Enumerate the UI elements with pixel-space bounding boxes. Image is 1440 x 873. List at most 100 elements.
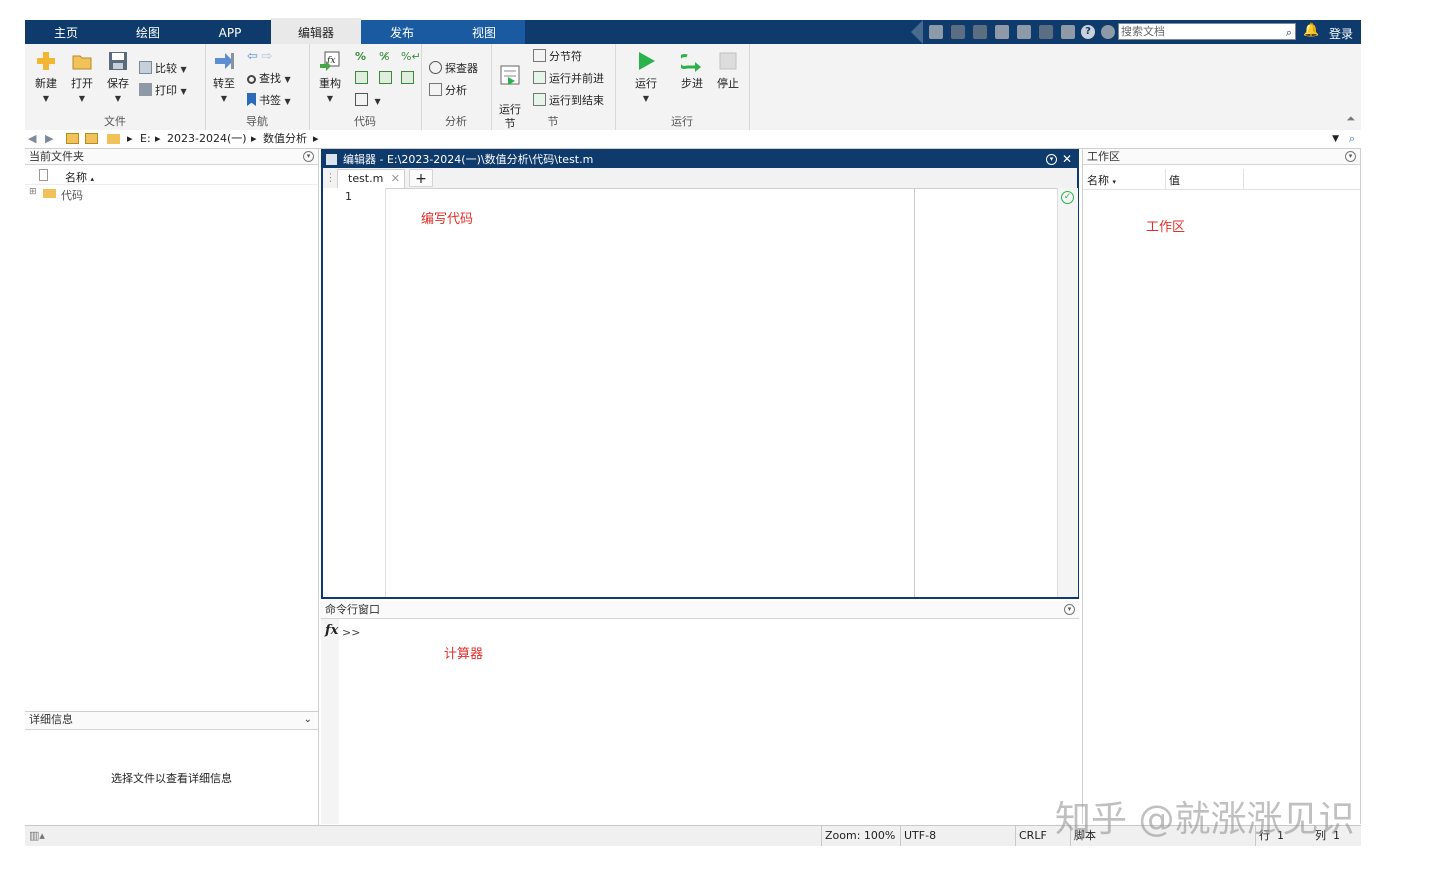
options-icon[interactable] [1101, 25, 1115, 39]
search-folder-icon[interactable]: ⌕ [1349, 130, 1355, 148]
refactor-button[interactable]: fx 重构 ▼ [313, 44, 347, 104]
navigate-group-label: 导航 [246, 115, 268, 128]
comment-button[interactable]: % [355, 48, 366, 66]
status-grip-icon[interactable]: ▥▴ [29, 826, 45, 846]
notification-bell-icon[interactable]: 🔔 [1303, 23, 1319, 38]
run-group-label: 运行 [671, 115, 693, 128]
up-folder-icon[interactable] [66, 133, 79, 144]
bookmark-icon [247, 93, 256, 106]
editor-pencil-icon [326, 154, 337, 165]
path-part-semester[interactable]: 2023-2024(一) [167, 130, 247, 148]
run-button[interactable]: 运行 ▼ [629, 44, 663, 104]
run-play-icon [635, 50, 657, 72]
details-header[interactable]: 详细信息 ⌄ [25, 712, 318, 730]
login-link[interactable]: 登录 [1329, 25, 1353, 42]
tab-editor[interactable]: 编辑器 [271, 18, 361, 46]
paste-icon[interactable] [995, 25, 1009, 39]
open-button[interactable]: 打开 ▼ [65, 44, 99, 104]
redo-icon[interactable] [1039, 25, 1053, 39]
tab-publish[interactable]: 发布 [361, 20, 443, 44]
increase-indent-button[interactable] [379, 70, 395, 88]
browse-folder-icon[interactable] [85, 133, 98, 144]
profiler-button[interactable]: 探查器 [429, 60, 478, 78]
path-part-numerical-analysis[interactable]: 数值分析 [263, 130, 307, 148]
print-button[interactable]: 打印 ▼ [139, 82, 187, 100]
code-editing-area[interactable] [386, 188, 915, 597]
tab-home[interactable]: 主页 [25, 20, 107, 44]
name-column-header[interactable]: 名称 ▾ [1087, 172, 1116, 188]
tab-plots[interactable]: 绘图 [107, 20, 189, 44]
tab-close-icon[interactable]: ✕ [391, 170, 400, 187]
analyze-button[interactable]: 分析 [429, 82, 467, 100]
workspace-annotation: 工作区 [1146, 220, 1186, 235]
switch-windows-icon[interactable] [1061, 25, 1075, 39]
back-icon[interactable]: ◀ [28, 130, 36, 148]
panel-menu-icon[interactable]: ▾ [303, 151, 314, 162]
path-part-drive[interactable]: E: [140, 130, 151, 148]
watermark-text: 知乎 @就涨涨见识 [1055, 799, 1355, 840]
command-annotation: 计算器 [444, 647, 484, 662]
new-tab-plus-icon[interactable]: + [409, 169, 433, 187]
save-button[interactable]: 保存 ▼ [101, 44, 135, 104]
refactor-fx-icon: fx [319, 50, 341, 72]
no-issues-check-icon[interactable]: ✓ [1061, 191, 1074, 204]
close-icon[interactable]: ✕ [1062, 151, 1072, 168]
chevron-down-icon[interactable]: ⌄ [304, 712, 312, 728]
copy-icon[interactable] [973, 25, 987, 39]
cut-icon[interactable] [951, 25, 965, 39]
navigate-group: 转至 ▼ ⇦ ⇨ 查找 ▼ 书签 ▼ 导航 [205, 44, 310, 130]
function-browser-fx-icon[interactable]: fx [325, 623, 338, 638]
workspace-panel: 工作区 ▾ 名称 ▾ 值 工作区 [1082, 149, 1361, 824]
sort-ascending-icon: ▾ [1112, 178, 1117, 186]
path-dropdown-icon[interactable]: ▼ [1332, 130, 1339, 148]
command-prompt[interactable]: >> [342, 626, 360, 639]
expand-plus-icon[interactable]: ⊞ [29, 187, 37, 197]
file-list-header: 名称 ▴ [25, 167, 318, 185]
undo-icon[interactable] [1017, 25, 1031, 39]
tab-apps[interactable]: APP [189, 20, 271, 44]
sort-ascending-icon: ▴ [90, 175, 95, 183]
panel-menu-icon[interactable]: ▾ [1064, 604, 1075, 615]
zoom-status: Zoom: 100% [821, 826, 899, 846]
editor-tab-strip: ⋮ test.m ✕ + [323, 168, 1077, 189]
wrap-comments-button[interactable]: %↵ [401, 48, 421, 66]
save-icon[interactable] [929, 25, 943, 39]
run-to-end-button[interactable]: 运行到结束 [533, 92, 604, 110]
run-group: 运行 ▼ 步进 停止 运行 [615, 44, 750, 130]
uncomment-button[interactable]: %̸ [379, 48, 389, 66]
panel-menu-icon[interactable]: ▾ [1046, 154, 1057, 165]
magnifier-icon [247, 75, 256, 84]
name-column-header[interactable]: 名称 ▴ [65, 169, 94, 185]
save-icon [107, 50, 129, 72]
list-item[interactable]: ⊞ 代码 [25, 186, 318, 202]
analyze-group: 探查器 分析 分析 [421, 44, 492, 130]
file-type-column-icon [39, 169, 48, 181]
run-and-advance-button[interactable]: 运行并前进 [533, 70, 604, 88]
panel-menu-icon[interactable]: ▾ [1345, 151, 1356, 162]
details-message: 选择文件以查看详细信息 [111, 772, 232, 785]
tab-view[interactable]: 视图 [443, 20, 525, 44]
back-arrow-icon[interactable]: ⇦ [247, 49, 258, 64]
back-forward-buttons[interactable]: ⇦ ⇨ [247, 48, 272, 66]
stop-button[interactable]: 停止 [711, 44, 745, 91]
forward-arrow-icon[interactable]: ⇨ [261, 49, 272, 64]
value-column-header[interactable]: 值 [1169, 172, 1180, 188]
forward-icon[interactable]: ▶ [45, 130, 53, 148]
search-documentation-input[interactable]: 搜索文档 ⌕ [1118, 23, 1296, 40]
insert-function-button[interactable]: ▼ [355, 92, 381, 110]
collapse-toolstrip-icon[interactable]: ⏶ [1346, 112, 1355, 126]
indent-button[interactable] [355, 70, 371, 88]
address-bar: ◀ ▶ ▸ E: ▸ 2023-2024(一) ▸ 数值分析 ▸ ▼ ⌕ [25, 130, 1361, 149]
tab-test-m[interactable]: test.m ✕ [337, 169, 405, 188]
wrap-comments-icon: %↵ [401, 50, 421, 63]
goto-button[interactable]: 转至 ▼ [207, 44, 241, 104]
find-button[interactable]: 查找 ▼ [247, 70, 291, 88]
section-break-button[interactable]: 分节符 [533, 48, 582, 66]
compare-button[interactable]: 比较 ▼ [139, 60, 187, 78]
current-folder-header: 当前文件夹 ▾ [25, 149, 318, 165]
help-icon[interactable]: ? [1081, 25, 1095, 39]
step-button[interactable]: 步进 [675, 44, 709, 91]
new-button[interactable]: 新建 ▼ [29, 44, 63, 104]
decrease-indent-button[interactable] [401, 70, 417, 88]
bookmark-button[interactable]: 书签 ▼ [247, 92, 291, 110]
